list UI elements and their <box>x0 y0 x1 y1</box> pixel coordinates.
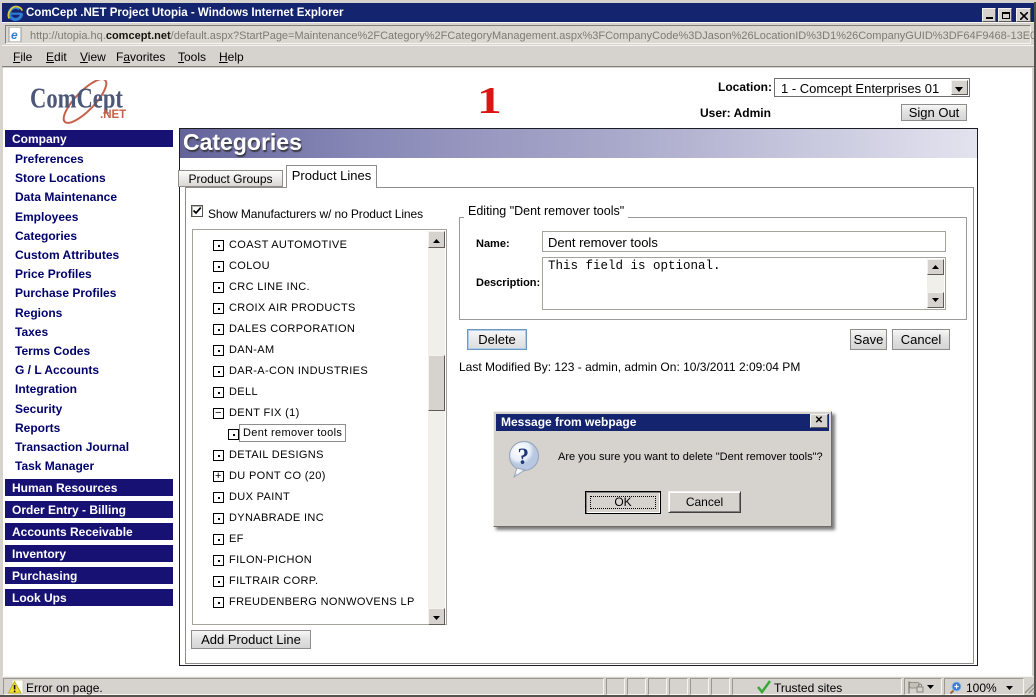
svg-text:.NET: .NET <box>100 109 126 121</box>
svg-text:?: ? <box>518 444 530 469</box>
svg-text:e: e <box>11 28 18 42</box>
